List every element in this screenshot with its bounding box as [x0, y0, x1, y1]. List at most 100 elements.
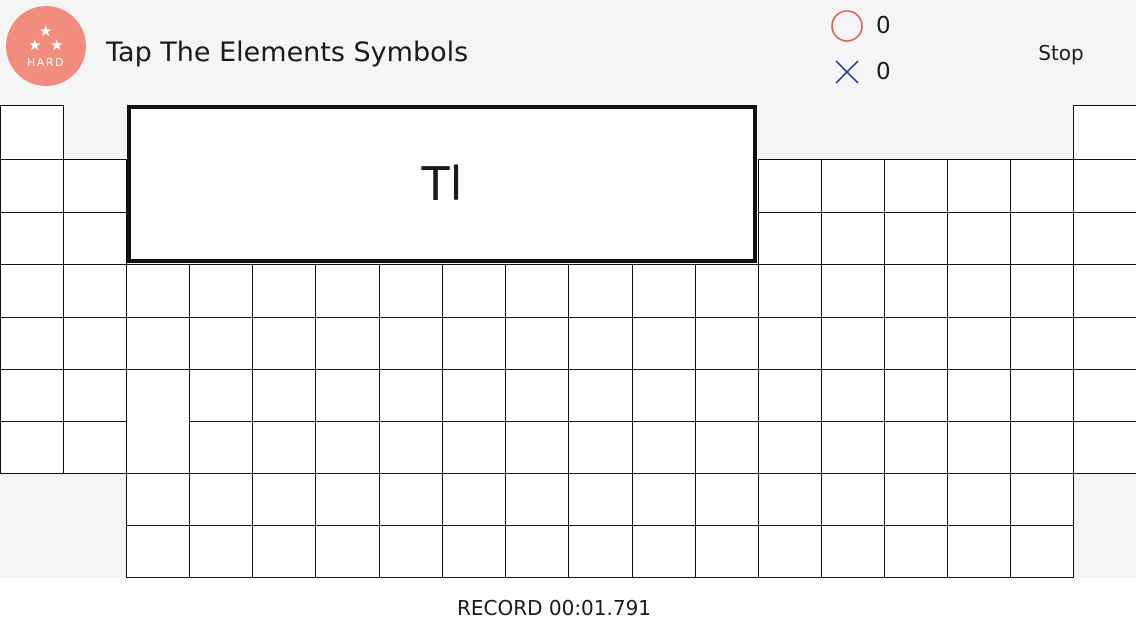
element-cell[interactable] [632, 421, 696, 474]
element-cell[interactable] [695, 317, 759, 370]
element-cell[interactable] [126, 317, 190, 370]
element-cell[interactable] [758, 421, 822, 474]
element-cell[interactable] [947, 159, 1011, 213]
f-block-cell[interactable] [632, 525, 696, 578]
element-cell[interactable] [0, 369, 64, 422]
element-cell[interactable] [1010, 317, 1074, 370]
f-block-cell[interactable] [126, 473, 190, 526]
f-block-cell[interactable] [252, 473, 316, 526]
element-cell[interactable] [0, 264, 64, 318]
f-block-cell[interactable] [379, 525, 443, 578]
f-block-cell[interactable] [695, 473, 759, 526]
f-block-cell[interactable] [947, 525, 1011, 578]
f-block-cell[interactable] [1010, 525, 1074, 578]
element-cell[interactable] [505, 369, 569, 422]
element-cell[interactable] [252, 421, 316, 474]
element-cell[interactable] [884, 369, 948, 422]
element-cell[interactable] [568, 369, 633, 422]
element-cell[interactable] [632, 264, 696, 318]
element-cell[interactable] [0, 159, 64, 213]
f-block-cell[interactable] [442, 525, 506, 578]
f-block-cell[interactable] [632, 473, 696, 526]
element-cell[interactable] [442, 264, 506, 318]
element-cell[interactable] [1073, 317, 1136, 370]
element-cell[interactable] [821, 317, 885, 370]
element-cell[interactable] [695, 369, 759, 422]
f-block-cell[interactable] [126, 525, 190, 578]
f-block-cell[interactable] [442, 473, 506, 526]
element-cell[interactable] [189, 264, 253, 318]
element-cell[interactable] [442, 317, 506, 370]
element-cell[interactable] [189, 317, 253, 370]
element-cell[interactable] [1073, 212, 1136, 265]
element-cell[interactable] [1010, 421, 1074, 474]
element-cell[interactable] [1073, 369, 1136, 422]
element-cell[interactable] [1073, 421, 1136, 474]
element-cell[interactable] [63, 264, 127, 318]
element-cell[interactable] [189, 369, 253, 422]
element-cell[interactable] [1010, 212, 1074, 265]
f-block-cell[interactable] [505, 525, 569, 578]
element-cell[interactable] [0, 212, 64, 265]
element-cell[interactable] [1010, 159, 1074, 213]
element-cell[interactable] [1010, 264, 1074, 318]
f-block-cell[interactable] [884, 473, 948, 526]
f-block-cell[interactable] [821, 473, 885, 526]
element-cell[interactable] [947, 317, 1011, 370]
element-cell[interactable] [126, 264, 190, 318]
element-cell[interactable] [442, 369, 506, 422]
element-cell[interactable] [189, 421, 253, 474]
element-cell[interactable] [758, 159, 822, 213]
element-cell[interactable] [821, 212, 885, 265]
element-cell[interactable] [1073, 264, 1136, 318]
f-block-cell[interactable] [315, 473, 380, 526]
element-cell[interactable] [63, 317, 127, 370]
element-cell[interactable] [0, 317, 64, 370]
element-cell[interactable] [632, 369, 696, 422]
element-cell[interactable] [0, 105, 64, 160]
element-cell[interactable] [947, 212, 1011, 265]
element-cell[interactable] [379, 369, 443, 422]
element-cell[interactable] [821, 369, 885, 422]
element-cell[interactable] [252, 264, 316, 318]
element-cell[interactable] [252, 317, 316, 370]
f-block-cell[interactable] [379, 473, 443, 526]
element-cell[interactable] [821, 421, 885, 474]
f-block-cell[interactable] [568, 473, 633, 526]
element-cell[interactable] [1073, 159, 1136, 213]
element-cell[interactable] [379, 421, 443, 474]
element-cell[interactable] [758, 369, 822, 422]
element-cell[interactable] [695, 421, 759, 474]
element-cell[interactable] [63, 212, 127, 265]
element-cell[interactable] [884, 212, 948, 265]
element-cell[interactable] [379, 264, 443, 318]
element-cell[interactable] [315, 317, 380, 370]
element-cell[interactable] [505, 421, 569, 474]
element-cell[interactable] [252, 369, 316, 422]
element-cell[interactable] [505, 317, 569, 370]
element-cell[interactable] [758, 212, 822, 265]
element-cell[interactable] [821, 264, 885, 318]
f-block-cell[interactable] [758, 525, 822, 578]
element-cell[interactable] [884, 317, 948, 370]
f-block-cell[interactable] [505, 473, 569, 526]
element-cell[interactable] [632, 317, 696, 370]
element-cell[interactable] [884, 264, 948, 318]
element-cell[interactable] [947, 369, 1011, 422]
element-cell[interactable] [884, 421, 948, 474]
element-cell[interactable] [0, 421, 64, 474]
f-block-cell[interactable] [947, 473, 1011, 526]
element-cell[interactable] [1073, 105, 1136, 160]
element-cell[interactable] [442, 421, 506, 474]
element-cell[interactable] [315, 421, 380, 474]
element-cell[interactable] [505, 264, 569, 318]
element-cell[interactable] [63, 369, 127, 422]
element-cell[interactable] [126, 369, 190, 474]
element-cell[interactable] [821, 159, 885, 213]
element-cell[interactable] [1010, 369, 1074, 422]
f-block-cell[interactable] [189, 473, 253, 526]
f-block-cell[interactable] [1010, 473, 1074, 526]
element-cell[interactable] [63, 421, 127, 474]
f-block-cell[interactable] [568, 525, 633, 578]
element-cell[interactable] [568, 264, 633, 318]
